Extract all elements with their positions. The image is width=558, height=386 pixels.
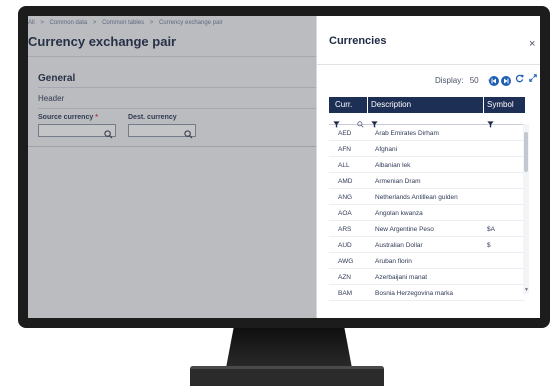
scroll-down-icon[interactable]: ▼ <box>524 287 529 293</box>
currency-code-cell: AOA <box>338 210 352 217</box>
currency-description-cell: Angolan kwanza <box>375 210 423 217</box>
column-header-description[interactable]: Description <box>371 100 411 109</box>
monitor-stand-base <box>190 366 384 386</box>
currency-code-cell: AFN <box>338 146 351 153</box>
table-row[interactable]: BAM Bosnia Herzegovina marka <box>329 285 525 301</box>
currency-code-cell: AZN <box>338 274 351 281</box>
table-row[interactable]: ALL Albanian lek <box>329 157 525 173</box>
monitor-frame: All > Common data > Common tables > Curr… <box>18 6 550 328</box>
scrollbar[interactable]: ▼ <box>523 124 529 294</box>
currency-code-cell: AED <box>338 130 352 137</box>
display-selector[interactable]: Display: 50 ▼ <box>435 76 493 88</box>
currencies-table: Curr. Description Symbol AED Arab Emirat… <box>329 97 525 301</box>
table-row[interactable]: AMD Armenian Dram <box>329 173 525 189</box>
refresh-icon[interactable] <box>515 74 524 86</box>
table-row[interactable]: AOA Angolan kwanza <box>329 205 525 221</box>
display-label: Display: <box>435 76 464 85</box>
column-header-symbol[interactable]: Symbol <box>487 100 514 109</box>
currency-code-cell: ALL <box>338 162 350 169</box>
next-page-icon[interactable] <box>501 76 511 86</box>
currency-description-cell: Netherlands Antillean gulden <box>375 194 458 201</box>
currency-description-cell: Australian Dollar <box>375 242 423 249</box>
first-page-icon[interactable] <box>489 76 499 86</box>
expand-icon[interactable] <box>529 74 537 84</box>
divider <box>317 64 540 65</box>
currency-code-cell: AWG <box>338 258 354 265</box>
table-row[interactable]: ARS New Argentine Peso $A <box>329 221 525 237</box>
column-separator <box>483 97 484 113</box>
monitor-stand-neck <box>226 328 352 368</box>
currency-code-cell: ANG <box>338 194 353 201</box>
row-divider <box>329 300 525 301</box>
table-row[interactable]: AED Arab Emirates Dirham <box>329 125 525 141</box>
monitor-stand-highlight <box>190 366 384 369</box>
currency-description-cell: New Argentine Peso <box>375 226 434 233</box>
currency-description-cell: Afghani <box>375 146 398 153</box>
table-row[interactable]: AUD Australian Dollar $ <box>329 237 525 253</box>
table-row[interactable]: AZN Azerbaijani manat <box>329 269 525 285</box>
currency-description-cell: Arab Emirates Dirham <box>375 130 439 137</box>
currency-code-cell: BAM <box>338 290 353 297</box>
table-body: AED Arab Emirates Dirham AFN Afghani ALL Alba… <box>329 125 525 301</box>
table-row[interactable]: ANG Netherlands Antillean gulden <box>329 189 525 205</box>
currency-description-cell: Bosnia Herzegovina marka <box>375 290 454 297</box>
modal-overlay[interactable] <box>28 16 318 318</box>
currency-code-cell: AUD <box>338 242 352 249</box>
close-icon[interactable]: × <box>529 38 535 50</box>
currency-symbol-cell: $A <box>487 226 495 233</box>
currency-description-cell: Armenian Dram <box>375 178 421 185</box>
column-header-curr[interactable]: Curr. <box>335 100 352 109</box>
filter-row <box>329 113 525 128</box>
table-header: Curr. Description Symbol <box>329 97 525 113</box>
currency-code-cell: ARS <box>338 226 352 233</box>
currencies-panel: Currencies × Display: 50 ▼ Cu <box>316 16 540 318</box>
display-value: 50 <box>469 76 479 85</box>
scrollbar-thumb[interactable] <box>524 132 528 172</box>
currency-description-cell: Albanian lek <box>375 162 411 169</box>
currency-description-cell: Azerbaijani manat <box>375 274 428 281</box>
table-row[interactable]: AWG Aruban florin <box>329 253 525 269</box>
screen: All > Common data > Common tables > Curr… <box>28 16 540 318</box>
column-separator <box>367 97 368 113</box>
currency-description-cell: Aruban florin <box>375 258 412 265</box>
table-row[interactable]: AFN Afghani <box>329 141 525 157</box>
currency-symbol-cell: $ <box>487 242 491 249</box>
panel-title: Currencies <box>329 35 387 47</box>
currency-code-cell: AMD <box>338 178 353 185</box>
